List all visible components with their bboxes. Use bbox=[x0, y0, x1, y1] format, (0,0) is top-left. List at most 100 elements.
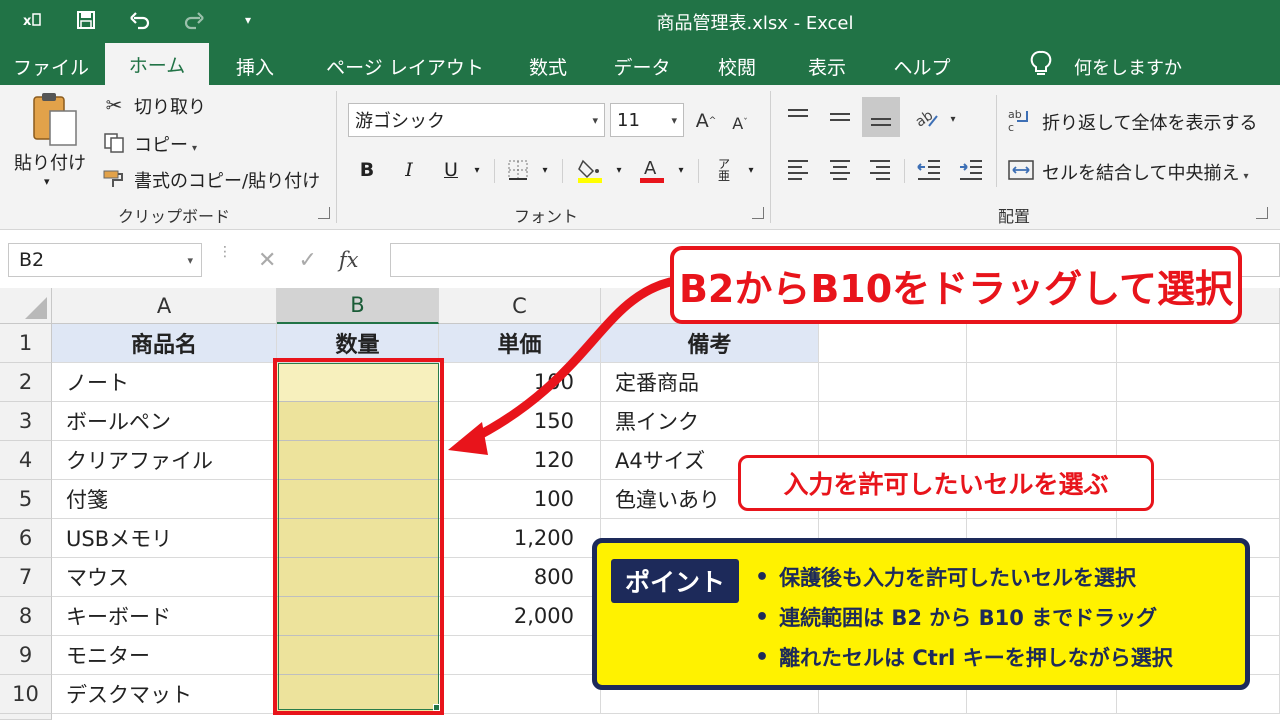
cell-name[interactable]: クリアファイル bbox=[52, 441, 277, 480]
phonetic-dropdown-icon[interactable]: ▾ bbox=[744, 157, 758, 183]
cell[interactable] bbox=[967, 363, 1117, 402]
row-header[interactable]: 9 bbox=[0, 636, 52, 675]
orientation-icon[interactable]: ab bbox=[910, 103, 942, 133]
tab-data[interactable]: データ bbox=[604, 48, 680, 85]
cell-price[interactable] bbox=[439, 675, 601, 714]
cell-name[interactable]: モニター bbox=[52, 636, 277, 675]
column-header-b[interactable]: B bbox=[277, 288, 439, 324]
paste-button[interactable]: 貼り付け bbox=[14, 149, 86, 175]
copy-button[interactable]: コピー ▾ bbox=[134, 131, 197, 157]
cell-price[interactable] bbox=[439, 636, 601, 675]
paste-dropdown-icon[interactable]: ▾ bbox=[44, 175, 50, 188]
name-box[interactable]: B2 ▾ bbox=[8, 243, 202, 277]
row-header[interactable]: 10 bbox=[0, 675, 52, 714]
align-top-icon[interactable] bbox=[782, 101, 814, 133]
row-header[interactable]: 6 bbox=[0, 519, 52, 558]
header-cell-price[interactable]: 単価 bbox=[439, 324, 601, 363]
row-header[interactable]: 4 bbox=[0, 441, 52, 480]
fill-handle[interactable] bbox=[433, 704, 440, 711]
cell[interactable] bbox=[1117, 363, 1280, 402]
alignment-launcher-icon[interactable] bbox=[1256, 207, 1268, 219]
increase-indent-icon[interactable] bbox=[954, 153, 988, 185]
cell[interactable] bbox=[1117, 324, 1280, 363]
shrink-font-icon[interactable]: Aˇ bbox=[728, 109, 752, 137]
cell[interactable] bbox=[819, 402, 967, 441]
decrease-indent-icon[interactable] bbox=[912, 153, 946, 185]
orientation-dropdown-icon[interactable]: ▾ bbox=[946, 109, 960, 129]
cancel-icon[interactable]: ✕ bbox=[258, 248, 276, 273]
enter-icon[interactable]: ✓ bbox=[298, 248, 316, 273]
align-bottom-icon[interactable] bbox=[862, 97, 900, 137]
cut-button[interactable]: 切り取り bbox=[134, 93, 206, 119]
underline-dropdown-icon[interactable]: ▾ bbox=[470, 157, 484, 183]
cell-note[interactable]: 黒インク bbox=[601, 402, 819, 441]
font-launcher-icon[interactable] bbox=[752, 207, 764, 219]
cell-price[interactable]: 800 bbox=[439, 558, 601, 597]
fill-color-icon[interactable] bbox=[574, 157, 606, 183]
phonetic-guide-icon[interactable]: ア亜 bbox=[710, 157, 738, 183]
tab-review[interactable]: 校閲 bbox=[702, 48, 772, 85]
row-header[interactable] bbox=[0, 714, 52, 720]
cell[interactable] bbox=[819, 363, 967, 402]
borders-dropdown-icon[interactable]: ▾ bbox=[538, 157, 552, 183]
clipboard-launcher-icon[interactable] bbox=[318, 207, 330, 219]
align-right-icon[interactable] bbox=[864, 153, 896, 185]
row-header[interactable]: 5 bbox=[0, 480, 52, 519]
cell[interactable] bbox=[967, 402, 1117, 441]
cell-price[interactable]: 2,000 bbox=[439, 597, 601, 636]
select-all-button[interactable] bbox=[0, 288, 52, 324]
cell-name[interactable]: USBメモリ bbox=[52, 519, 277, 558]
cell-price[interactable]: 1,200 bbox=[439, 519, 601, 558]
row-header[interactable]: 7 bbox=[0, 558, 52, 597]
cell-name[interactable]: デスクマット bbox=[52, 675, 277, 714]
tab-insert[interactable]: 挿入 bbox=[222, 48, 288, 85]
align-center-icon[interactable] bbox=[824, 153, 856, 185]
merge-center-button[interactable]: セルを結合して中央揃え ▾ bbox=[1042, 159, 1249, 185]
wrap-text-button[interactable]: 折り返して全体を表示する bbox=[1042, 109, 1257, 135]
font-color-icon[interactable]: A bbox=[636, 157, 668, 183]
row-header[interactable]: 3 bbox=[0, 402, 52, 441]
tab-page-layout[interactable]: ページ レイアウト bbox=[320, 48, 490, 85]
font-size-combo[interactable]: 11 ▾ bbox=[610, 103, 684, 137]
fill-color-dropdown-icon[interactable]: ▾ bbox=[612, 157, 626, 183]
tab-home[interactable]: ホーム bbox=[105, 43, 209, 85]
cell-note[interactable]: 定番商品 bbox=[601, 363, 819, 402]
header-cell-name[interactable]: 商品名 bbox=[52, 324, 277, 363]
borders-icon[interactable] bbox=[504, 157, 532, 183]
column-header-a[interactable]: A bbox=[52, 288, 277, 324]
align-left-icon[interactable] bbox=[782, 153, 814, 185]
formula-bar-grip-icon[interactable]: ⋮ bbox=[218, 245, 232, 272]
format-painter-button[interactable]: 書式のコピー/貼り付け bbox=[134, 167, 320, 193]
cell-name[interactable]: マウス bbox=[52, 558, 277, 597]
cell-price[interactable]: 100 bbox=[439, 363, 601, 402]
column-header-c[interactable]: C bbox=[439, 288, 601, 324]
cell[interactable] bbox=[1117, 402, 1280, 441]
cell-name[interactable]: ノート bbox=[52, 363, 277, 402]
underline-button[interactable]: U bbox=[438, 157, 464, 183]
insert-function-icon[interactable]: fx bbox=[339, 248, 359, 272]
header-cell-note[interactable]: 備考 bbox=[601, 324, 819, 363]
paste-icon[interactable] bbox=[28, 91, 82, 149]
italic-button[interactable]: I bbox=[396, 157, 422, 183]
cell-name[interactable]: キーボード bbox=[52, 597, 277, 636]
cell-name[interactable]: 付箋 bbox=[52, 480, 277, 519]
font-name-combo[interactable]: 游ゴシック ▾ bbox=[348, 103, 605, 137]
grow-font-icon[interactable]: A ^ bbox=[694, 107, 718, 135]
tab-view[interactable]: 表示 bbox=[794, 48, 860, 85]
tell-me-box[interactable]: 何をしますか bbox=[1030, 48, 1182, 85]
cell-price[interactable]: 100 bbox=[439, 480, 601, 519]
tab-formulas[interactable]: 数式 bbox=[515, 48, 581, 85]
tab-file[interactable]: ファイル bbox=[8, 48, 94, 85]
row-header[interactable]: 1 bbox=[0, 324, 52, 363]
align-middle-icon[interactable] bbox=[824, 101, 856, 133]
cell-price[interactable]: 120 bbox=[439, 441, 601, 480]
bold-button[interactable]: B bbox=[354, 157, 380, 183]
row-header[interactable]: 8 bbox=[0, 597, 52, 636]
tab-help[interactable]: ヘルプ bbox=[882, 48, 962, 85]
font-color-dropdown-icon[interactable]: ▾ bbox=[674, 157, 688, 183]
cell[interactable] bbox=[819, 324, 967, 363]
row-header[interactable]: 2 bbox=[0, 363, 52, 402]
cell-name[interactable]: ボールペン bbox=[52, 402, 277, 441]
cell[interactable] bbox=[967, 324, 1117, 363]
cell-price[interactable]: 150 bbox=[439, 402, 601, 441]
